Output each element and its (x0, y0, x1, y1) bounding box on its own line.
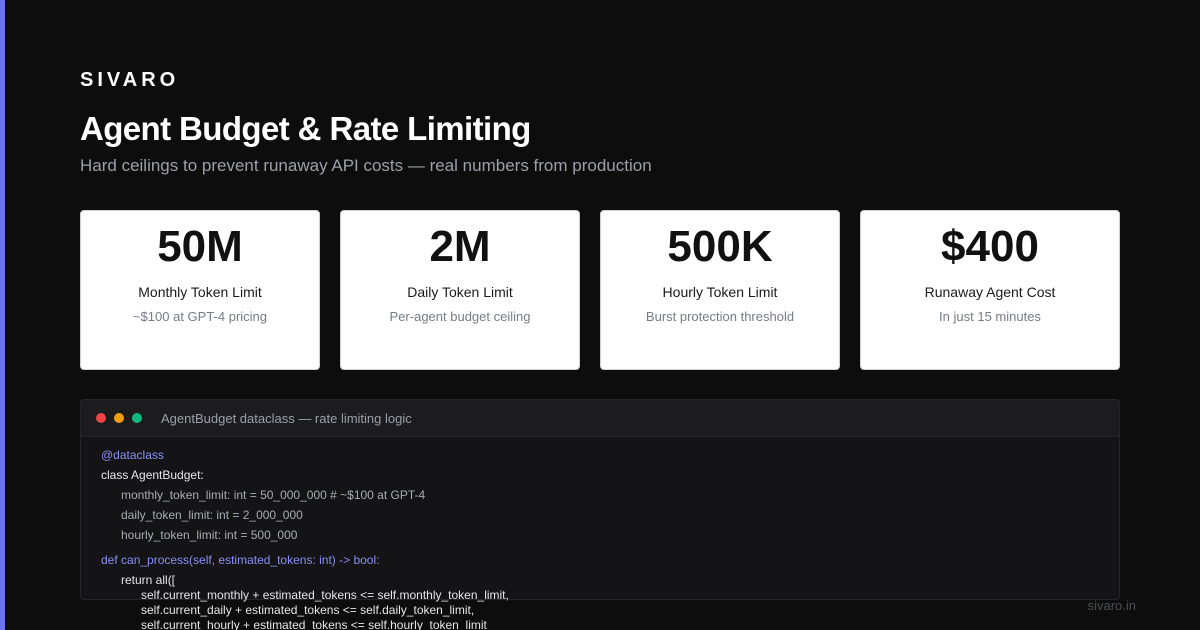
stat-label: Monthly Token Limit (138, 284, 262, 300)
page: SIVARO Agent Budget & Rate Limiting Hard… (0, 0, 1200, 630)
stat-card-monthly: 50M Monthly Token Limit ~$100 at GPT-4 p… (80, 210, 320, 370)
code-line: self.current_daily + estimated_tokens <=… (141, 603, 475, 617)
stat-value: 2M (429, 222, 491, 271)
code-line: return all([ (121, 573, 176, 587)
code-line: daily_token_limit: int = 2_000_000 (121, 508, 303, 522)
stat-note: Burst protection threshold (645, 309, 795, 324)
code-line: hourly_token_limit: int = 500_000 (121, 528, 298, 542)
stat-note: Per-agent budget ceiling (389, 309, 531, 324)
code-line: self.current_hourly + estimated_tokens <… (141, 618, 487, 630)
minimize-dot-icon (114, 413, 124, 423)
code-line: def can_process(self, estimated_tokens: … (101, 553, 380, 567)
stat-note: In just 15 minutes (939, 309, 1041, 324)
stat-value: 500K (667, 222, 773, 271)
code-line: self.current_monthly + estimated_tokens … (141, 588, 509, 602)
page-subtitle: Hard ceilings to prevent runaway API cos… (80, 156, 652, 175)
page-title: Agent Budget & Rate Limiting (80, 110, 531, 147)
brand-logo: SIVARO (80, 69, 180, 91)
accent-bar (0, 0, 5, 630)
code-line: @dataclass (101, 448, 164, 462)
stat-label: Hourly Token Limit (662, 284, 778, 300)
code-window: AgentBudget dataclass — rate limiting lo… (80, 399, 1120, 630)
code-line: class AgentBudget: (101, 468, 204, 482)
code-line: monthly_token_limit: int = 50_000_000 # … (121, 488, 426, 502)
stat-card-hourly: 500K Hourly Token Limit Burst protection… (600, 210, 840, 370)
stat-card-daily: 2M Daily Token Limit Per-agent budget ce… (340, 210, 580, 370)
stat-label: Daily Token Limit (407, 284, 513, 300)
close-dot-icon (96, 413, 106, 423)
stat-label: Runaway Agent Cost (924, 284, 1056, 300)
maximize-dot-icon (132, 413, 142, 423)
footer-url: sivaro.in (1087, 598, 1136, 613)
code-body: @dataclass class AgentBudget: monthly_to… (81, 437, 1121, 630)
stats-row: 50M Monthly Token Limit ~$100 at GPT-4 p… (80, 210, 1120, 370)
code-window-header: AgentBudget dataclass — rate limiting lo… (81, 400, 1119, 437)
stat-card-runaway-cost: $400 Runaway Agent Cost In just 15 minut… (860, 210, 1120, 370)
stat-value: $400 (941, 222, 1039, 271)
code-window-title: AgentBudget dataclass — rate limiting lo… (161, 410, 412, 426)
stat-note: ~$100 at GPT-4 pricing (132, 309, 268, 324)
stat-value: 50M (157, 222, 243, 271)
